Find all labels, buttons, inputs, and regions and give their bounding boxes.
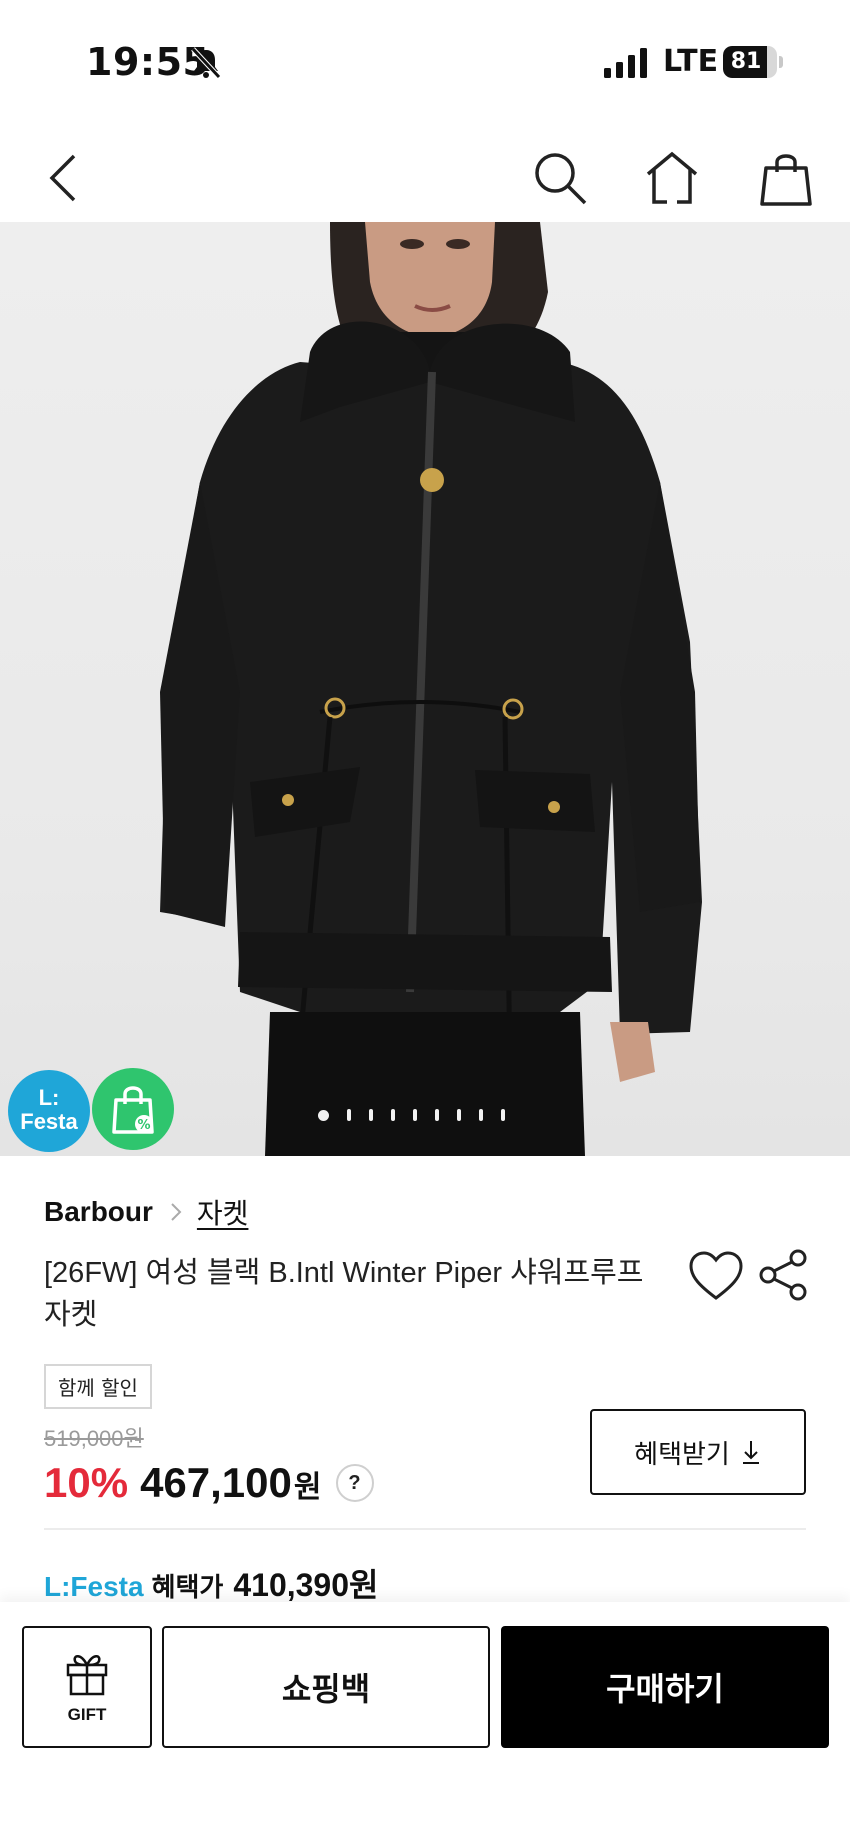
battery-level: 81 [730,49,762,74]
gift-label: GIFT [67,1705,107,1724]
discount-rate: 10% [44,1459,129,1506]
price-area: 519,000원 10% 467,100 원 ? 혜택받기 [44,1409,806,1571]
gift-button[interactable]: GIFT [22,1626,152,1748]
chevron-left-icon [49,154,76,202]
carousel-dot[interactable] [391,1109,395,1121]
carousel-dot[interactable] [413,1109,417,1121]
lfesta-benefit-price: 410,390원 [233,1567,379,1603]
carousel-dot[interactable] [318,1109,329,1121]
heart-icon[interactable] [688,1250,744,1302]
add-to-cart-button[interactable]: 쇼핑백 [162,1626,490,1748]
shopping-bag-button[interactable] [754,146,818,210]
sale-price-line: 10% 467,100 원 ? [44,1459,374,1507]
buy-now-button[interactable]: 구매하기 [501,1626,829,1748]
search-icon [535,153,587,205]
category-link[interactable]: 자켓 [197,1192,249,1232]
gift-icon [66,1655,108,1696]
coupon-bag-icon: % [112,1086,154,1134]
sale-price: 467,100 [140,1459,292,1506]
chevron-right-icon [171,1203,182,1221]
lfesta-badge-label: L: Festa [20,1085,78,1134]
product-info: Barbour 자켓 [26FW] 여성 블랙 B.Intl Winter Pi… [44,1190,807,1571]
get-benefit-label: 혜택받기 [634,1439,730,1470]
carousel-dot[interactable] [435,1109,439,1121]
get-benefit-button[interactable]: 혜택받기 [590,1409,806,1495]
battery-indicator: 81 [723,46,783,78]
product-image-carousel[interactable]: L: Festa % [0,222,850,1156]
lfesta-price-row: L:Festa 혜택가 410,390원 [44,1560,378,1606]
divider [44,1528,806,1530]
carousel-dot[interactable] [479,1109,483,1121]
home-button[interactable] [640,146,704,210]
product-photo [160,222,702,1156]
search-button[interactable] [528,146,592,210]
home-icon [646,151,698,204]
signal-icon [604,48,647,78]
shopping-bag-icon [760,154,812,206]
lfesta-label: L:Festa [44,1571,144,1602]
top-nav-bar [0,130,850,222]
lfesta-benefit-label: 혜택가 [151,1572,224,1602]
title-row: [26FW] 여성 블랙 B.Intl Winter Piper 샤워프루프 자… [44,1249,807,1342]
original-price: 519,000원 [44,1426,144,1451]
cart-label: 쇼핑백 [281,1670,371,1708]
network-label: LTE [663,44,719,79]
carousel-dot[interactable] [457,1109,461,1121]
bottom-action-bar: GIFT 쇼핑백 구매하기 [0,1602,850,1842]
currency-unit: 원 [293,1471,322,1504]
svg-text:%: % [137,1118,150,1133]
carousel-dot[interactable] [501,1109,505,1121]
share-icon[interactable] [758,1248,808,1302]
carousel-indicator[interactable] [318,1108,505,1122]
product-title: [26FW] 여성 블랙 B.Intl Winter Piper 샤워프루프 자… [44,1257,644,1331]
breadcrumb: Barbour 자켓 [44,1190,806,1234]
buy-label: 구매하기 [606,1670,724,1708]
download-icon [742,1441,759,1464]
status-bar: 19:55 LTE 81 [0,0,850,120]
promo-tag: 함께 할인 [44,1364,152,1409]
coupon-badge[interactable]: % [92,1068,174,1150]
lfesta-badge[interactable]: L: Festa [8,1070,90,1152]
price-help-button[interactable]: ? [335,1464,374,1502]
back-button[interactable] [32,146,96,210]
carousel-dot[interactable] [347,1109,351,1121]
bell-muted-icon [191,47,221,79]
carousel-dot[interactable] [369,1109,373,1121]
brand-link[interactable]: Barbour [44,1196,153,1228]
